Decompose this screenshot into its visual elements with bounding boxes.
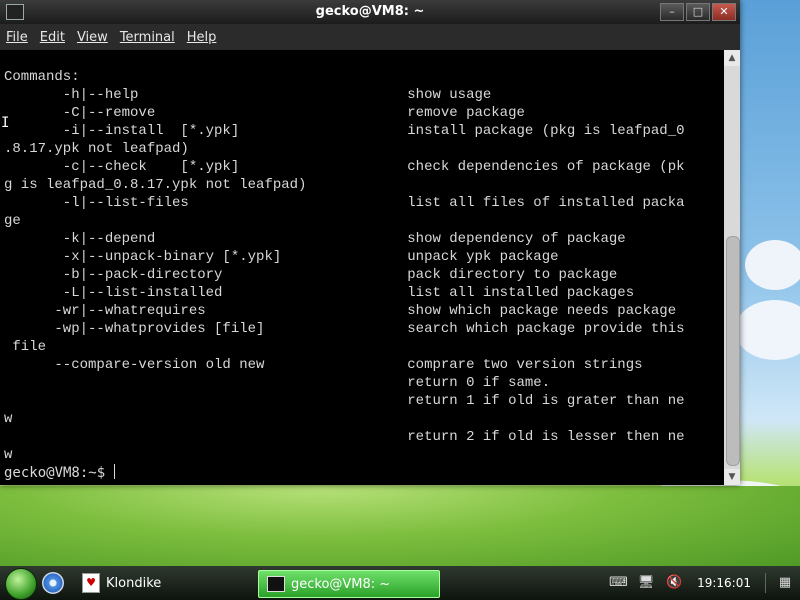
vertical-scrollbar[interactable]: ▲ ▼ bbox=[724, 50, 740, 485]
scroll-down-icon[interactable]: ▼ bbox=[724, 469, 740, 485]
show-desktop-icon[interactable]: ▦ bbox=[776, 575, 794, 591]
shell-prompt: gecko@VM8:~$ bbox=[4, 465, 114, 481]
system-tray: ⌨ 🖥 🔇 19:16:01 ▦ bbox=[609, 570, 800, 596]
menu-terminal[interactable]: Terminal bbox=[114, 30, 181, 45]
menu-bar: File Edit View Terminal Help bbox=[0, 24, 740, 50]
volume-muted-icon[interactable]: 🔇 bbox=[665, 575, 683, 591]
cards-icon: ♥ bbox=[82, 573, 100, 593]
terminal-area[interactable]: I Commands: -h|--help show usage -C|--re… bbox=[0, 50, 724, 485]
taskbar-item-klondike[interactable]: ♥ Klondike bbox=[80, 570, 250, 596]
taskbar-item-label: gecko@VM8: ~ bbox=[291, 576, 391, 592]
clock[interactable]: 19:16:01 bbox=[693, 576, 755, 590]
maximize-button[interactable]: □ bbox=[686, 3, 710, 21]
keyboard-icon[interactable]: ⌨ bbox=[609, 575, 628, 591]
start-menu-button[interactable] bbox=[5, 568, 37, 600]
grass-hill bbox=[0, 486, 800, 566]
menu-file[interactable]: File bbox=[0, 30, 34, 45]
window-title: gecko@VM8: ~ bbox=[315, 4, 425, 19]
menu-view[interactable]: View bbox=[71, 30, 114, 45]
terminal-window: gecko@VM8: ~ – □ ✕ File Edit View Termin… bbox=[0, 0, 740, 485]
network-icon[interactable]: 🖥 bbox=[637, 575, 655, 591]
menu-help[interactable]: Help bbox=[181, 30, 223, 45]
terminal-output: Commands: -h|--help show usage -C|--remo… bbox=[4, 69, 685, 463]
scroll-up-icon[interactable]: ▲ bbox=[724, 50, 740, 66]
terminal-icon bbox=[267, 576, 285, 592]
taskbar-item-terminal[interactable]: gecko@VM8: ~ bbox=[258, 570, 440, 598]
prompt-line[interactable]: gecko@VM8:~$ bbox=[4, 464, 115, 482]
close-button[interactable]: ✕ bbox=[712, 3, 736, 21]
taskbar-item-label: Klondike bbox=[106, 575, 162, 591]
title-bar[interactable]: gecko@VM8: ~ – □ ✕ bbox=[0, 0, 740, 24]
cloud bbox=[745, 240, 800, 290]
taskbar: ♥ Klondike gecko@VM8: ~ ⌨ 🖥 🔇 19:16:01 ▦ bbox=[0, 566, 800, 600]
minimize-button[interactable]: – bbox=[660, 3, 684, 21]
window-controls: – □ ✕ bbox=[660, 3, 736, 21]
scroll-thumb[interactable] bbox=[726, 236, 740, 466]
cloud bbox=[735, 300, 800, 360]
caret bbox=[113, 464, 115, 479]
tray-separator bbox=[765, 573, 766, 593]
menu-edit[interactable]: Edit bbox=[34, 30, 71, 45]
browser-icon[interactable] bbox=[42, 572, 64, 594]
